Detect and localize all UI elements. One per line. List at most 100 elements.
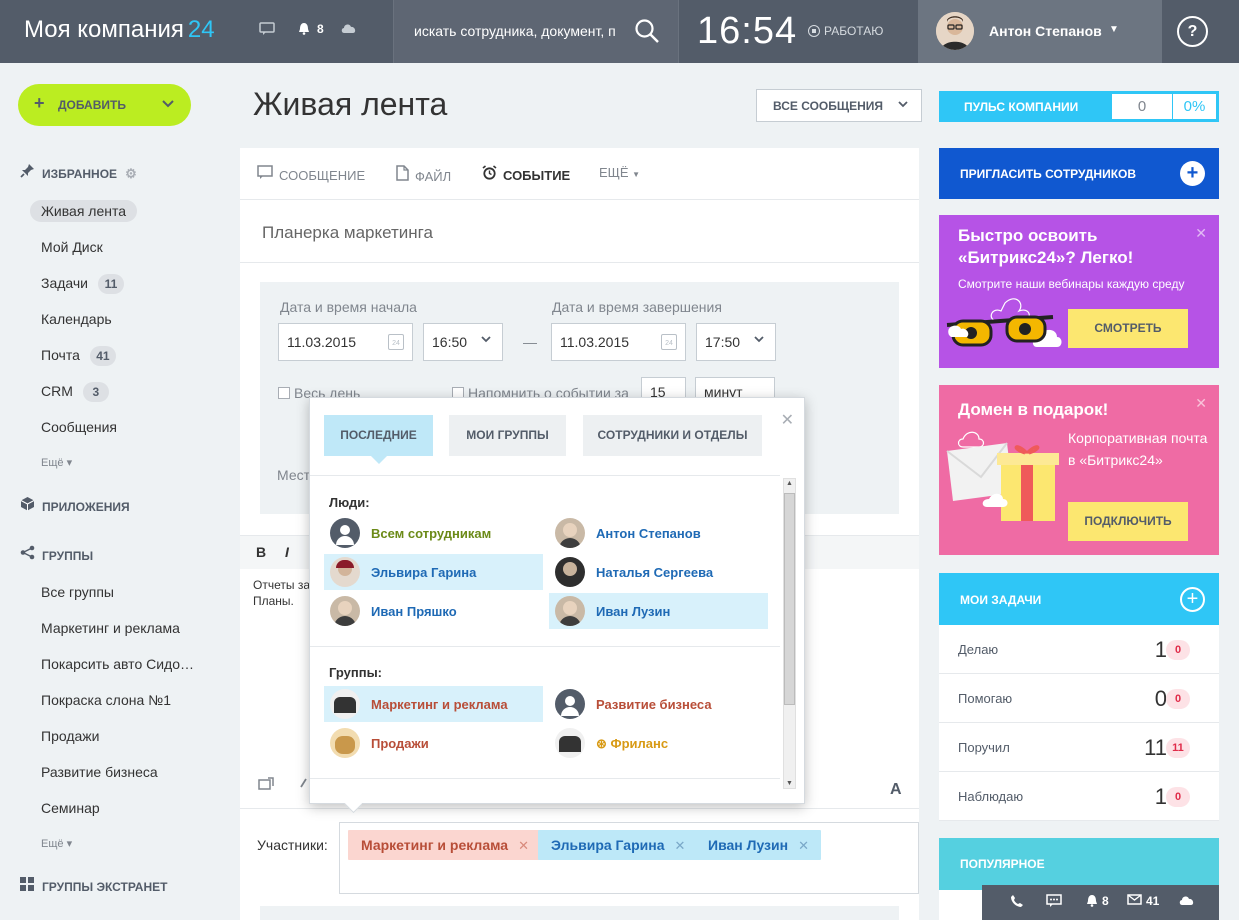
help-button[interactable]: ? [1177, 16, 1208, 47]
sidebar-item-live-feed[interactable]: Живая лента [30, 200, 138, 222]
sidebar-more-favorites[interactable]: Ещё ▾ [41, 456, 72, 469]
bell-icon[interactable] [298, 22, 310, 38]
calendar-icon[interactable]: 24 [388, 334, 404, 350]
tab-recent[interactable]: ПОСЛЕДНИЕ [324, 415, 433, 464]
list-item[interactable]: ⊛ Фриланс [549, 725, 768, 761]
sidebar-group-item[interactable]: Маркетинг и реклама [41, 620, 180, 636]
list-item[interactable]: Развитие бизнеса [549, 686, 768, 722]
sidebar-more-groups[interactable]: Ещё ▾ [41, 837, 72, 850]
list-item[interactable]: Продажи [324, 725, 543, 761]
list-item[interactable]: Маркетинг и реклама [324, 686, 543, 722]
text-format-icon[interactable]: A [890, 781, 902, 799]
groups-section[interactable]: ГРУППЫ [20, 545, 93, 563]
top-header: Моя компания24 8 16:54 РАБОТАЮ Антон Сте… [0, 0, 1239, 63]
sidebar-item-calendar[interactable]: Календарь [41, 311, 112, 327]
sidebar-item-tasks[interactable]: Задачи 11 [41, 274, 125, 294]
italic-button[interactable]: I [285, 544, 289, 560]
add-task-button[interactable]: + [1180, 587, 1205, 612]
notification-count: 8 [317, 22, 324, 36]
end-time-select[interactable]: 17:50 [696, 323, 776, 361]
my-tasks-header[interactable]: МОИ ЗАДАЧИ + [939, 573, 1219, 625]
sidebar-group-item[interactable]: Покраска слона №1 [41, 692, 171, 708]
company-pulse[interactable]: ПУЛЬС КОМПАНИИ 0 0% [939, 91, 1219, 122]
sidebar-group-item[interactable]: Развитие бизнеса [41, 764, 158, 780]
close-icon[interactable]: ✕ [1195, 225, 1207, 242]
tab-more[interactable]: ЕЩЁ ▼ [599, 165, 640, 180]
phone-icon[interactable] [1010, 894, 1024, 911]
filter-label: ВСЕ СООБЩЕНИЯ [773, 99, 884, 113]
close-icon[interactable]: ✕ [798, 838, 809, 853]
invite-employees-button[interactable]: ПРИГЛАСИТЬ СОТРУДНИКОВ + [939, 148, 1219, 199]
sidebar-item-mail[interactable]: Почта 41 [41, 346, 116, 366]
extranet-section[interactable]: ГРУППЫ ЭКСТРАНЕТ [20, 877, 167, 894]
list-item[interactable]: Всем сотрудникам [324, 515, 543, 551]
apps-section[interactable]: ПРИЛОЖЕНИЯ [20, 496, 130, 514]
close-icon[interactable]: ✕ [675, 838, 686, 853]
cloud-icon[interactable] [1178, 894, 1196, 909]
participant-chip-user[interactable]: Эльвира Гарина ✕ [538, 830, 698, 860]
start-time-select[interactable]: 16:50 [423, 323, 503, 361]
tab-event[interactable]: СОБЫТИЕ [482, 165, 570, 183]
chat-icon[interactable] [259, 22, 275, 39]
sidebar-group-item[interactable]: Продажи [41, 728, 99, 744]
bold-button[interactable]: B [256, 544, 266, 560]
sidebar-group-item[interactable]: Семинар [41, 800, 100, 816]
scrollbar-thumb[interactable] [784, 493, 795, 705]
close-icon[interactable]: ✕ [1195, 395, 1207, 412]
work-status-button[interactable]: РАБОТАЮ [808, 24, 883, 38]
popular-widget[interactable]: ПОПУЛЯРНОЕ [939, 838, 1219, 890]
start-date-field[interactable]: 11.03.2015 24 [278, 323, 413, 361]
list-item[interactable]: Иван Пряшко [324, 593, 543, 629]
mail-icon[interactable] [1127, 894, 1142, 908]
tab-my-groups[interactable]: МОИ ГРУППЫ [449, 415, 566, 456]
tab-file[interactable]: ФАЙЛ [396, 165, 451, 184]
participant-chip-user[interactable]: Иван Лузин ✕ [695, 830, 821, 860]
plus-icon: + [34, 93, 45, 113]
task-row[interactable]: Поручил 11 11 [939, 723, 1219, 772]
sidebar-group-item[interactable]: Покарсить авто Сидо… [41, 656, 194, 672]
search-input[interactable] [414, 20, 634, 42]
search-icon[interactable] [634, 18, 660, 44]
scroll-up-icon[interactable]: ▲ [786, 480, 793, 487]
task-row[interactable]: Помогаю 0 0 [939, 674, 1219, 723]
chat-icon[interactable] [1046, 894, 1062, 911]
popup-scrollbar[interactable]: ▲ ▼ [783, 478, 796, 789]
entry-name: Иван Лузин [596, 604, 671, 619]
user-menu[interactable]: Антон Степанов ▼ [918, 0, 1162, 63]
promo-subtitle: Корпоративная почта в «Битрикс24» [1068, 430, 1208, 468]
company-logo[interactable]: Моя компания 24 [24, 16, 215, 44]
event-title-input[interactable]: Планерка маркетинга [262, 223, 433, 243]
close-icon[interactable]: ✕ [781, 410, 794, 430]
scroll-down-icon[interactable]: ▼ [786, 780, 793, 787]
list-item[interactable]: Наталья Сергеева [549, 554, 768, 590]
list-item[interactable]: Эльвира Гарина [324, 554, 543, 590]
participant-chip-group[interactable]: Маркетинг и реклама ✕ [348, 830, 541, 860]
search-box[interactable] [394, 0, 678, 63]
tab-employees-departments[interactable]: СОТРУДНИКИ И ОТДЕЛЫ [583, 415, 762, 456]
list-item[interactable]: Антон Степанов [549, 515, 768, 551]
editor-text[interactable]: Отчеты за Планы. [253, 577, 310, 609]
sidebar-item-crm[interactable]: CRM 3 [41, 382, 109, 402]
tab-label: ЕЩЁ [599, 165, 629, 180]
gear-icon[interactable]: ⚙ [125, 166, 137, 181]
add-button[interactable]: + ДОБАВИТЬ [18, 84, 191, 126]
participants-field[interactable]: Маркетинг и реклама ✕ Эльвира Гарина ✕ Ива… [339, 822, 919, 894]
cloud-icon[interactable] [340, 22, 358, 37]
sidebar-item-messages[interactable]: Сообщения [41, 419, 117, 435]
upload-icon[interactable] [258, 777, 274, 794]
bell-icon[interactable] [1086, 894, 1098, 910]
close-icon[interactable]: ✕ [518, 838, 529, 853]
groups-title: ГРУППЫ [42, 549, 94, 563]
task-row[interactable]: Наблюдаю 1 0 [939, 772, 1219, 821]
messages-filter-dropdown[interactable]: ВСЕ СООБЩЕНИЯ [756, 89, 922, 122]
task-row[interactable]: Делаю 1 0 [939, 625, 1219, 674]
sidebar-item-disk[interactable]: Мой Диск [41, 239, 103, 255]
list-item[interactable]: Иван Лузин [549, 593, 768, 629]
end-date-field[interactable]: 11.03.2015 24 [551, 323, 686, 361]
watch-button[interactable]: СМОТРЕТЬ [1068, 309, 1188, 348]
connect-button[interactable]: ПОДКЛЮЧИТЬ [1068, 502, 1188, 541]
sidebar-group-item[interactable]: Все группы [41, 584, 114, 600]
favorites-section[interactable]: ИЗБРАННОЕ ⚙ [20, 163, 137, 182]
tab-message[interactable]: СООБЩЕНИЕ [257, 165, 365, 183]
calendar-icon[interactable]: 24 [661, 334, 677, 350]
